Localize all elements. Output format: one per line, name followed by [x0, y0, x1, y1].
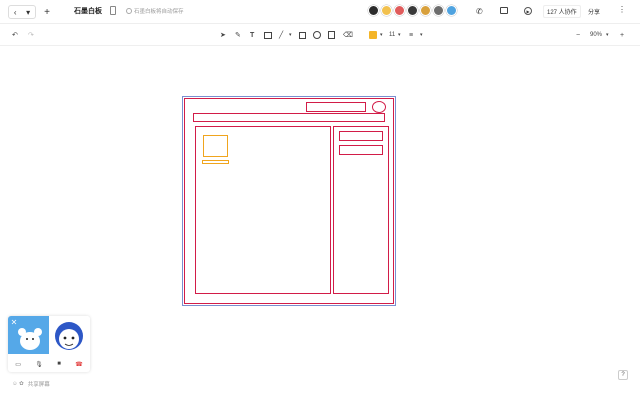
eraser-tool-icon[interactable]: ⌫ — [343, 30, 353, 40]
status-avatars-icon: ☺ ✿ — [12, 381, 24, 387]
text-tool-icon[interactable]: T — [250, 30, 254, 40]
align-icon[interactable]: ≡ — [409, 30, 413, 40]
chat-icon[interactable] — [500, 7, 508, 14]
present-icon[interactable]: ▶ — [524, 7, 532, 15]
phone-icon[interactable]: ✆ — [476, 7, 483, 16]
ellipse-tool-icon[interactable] — [313, 31, 321, 39]
font-size-value[interactable]: 11 — [389, 30, 395, 40]
rect-tool-icon[interactable] — [299, 32, 306, 39]
undo-icon[interactable]: ↶ — [12, 30, 18, 40]
collaborator-avatar[interactable] — [368, 5, 379, 16]
wireframe-side-box-2[interactable] — [339, 145, 383, 155]
color-picker[interactable] — [369, 30, 377, 40]
camera-icon[interactable]: ■ — [57, 361, 61, 367]
call-status-line: ☺ ✿ 共享屏幕 — [12, 380, 50, 388]
pen-tool-icon[interactable]: ✎ — [235, 30, 241, 40]
zoom-in-button[interactable]: + — [620, 30, 624, 40]
line-dropdown-icon[interactable]: ▾ — [289, 30, 292, 40]
screen-icon[interactable]: ▭ — [15, 361, 21, 368]
mic-icon[interactable]: 🎙 — [35, 361, 43, 368]
share-button[interactable]: 分享 — [585, 5, 603, 18]
collaborator-avatars — [368, 5, 457, 16]
help-button[interactable]: ? — [618, 370, 628, 380]
top-bar: ‹ ▾ + 石墨白板 石墨白板将自动保存 ✆ ▶ 127 人协作 分享 ⋮ — [0, 0, 640, 24]
line-tool-icon[interactable]: ╱ — [279, 30, 283, 40]
wireframe-caption-bar[interactable] — [202, 160, 229, 164]
back-icon[interactable]: ‹ — [14, 8, 17, 17]
font-size-dropdown-icon[interactable]: ▾ — [398, 30, 401, 40]
note-tool-icon[interactable] — [328, 31, 335, 39]
history-dropdown-icon[interactable]: ▾ — [26, 8, 30, 17]
call-controls: ▭ 🎙 ■ ☎ — [8, 358, 90, 370]
wireframe-image-placeholder[interactable] — [203, 135, 228, 157]
collaborator-avatar[interactable] — [446, 5, 457, 16]
hangup-icon[interactable]: ☎ — [75, 361, 82, 368]
saved-check-icon — [126, 8, 132, 14]
collaborator-avatar[interactable] — [433, 5, 444, 16]
page-title[interactable]: 石墨白板 — [74, 6, 102, 16]
image-tool-icon[interactable] — [264, 32, 272, 39]
collaborators-button[interactable]: 127 人协作 — [543, 5, 581, 18]
save-status: 石墨白板将自动保存 — [126, 7, 184, 15]
participant-video-2[interactable] — [49, 316, 90, 354]
color-dropdown-icon[interactable]: ▾ — [380, 30, 383, 40]
back-history-control[interactable]: ‹ ▾ — [8, 5, 36, 19]
collaborator-avatar[interactable] — [407, 5, 418, 16]
share-screen-label[interactable]: 共享屏幕 — [28, 380, 50, 388]
wireframe-nav-bar[interactable] — [193, 113, 385, 122]
zoom-out-button[interactable]: − — [576, 30, 580, 40]
wireframe-side-box-1[interactable] — [339, 131, 383, 141]
more-menu-icon[interactable]: ⋮ — [618, 5, 626, 14]
drawing-toolbar: ↶ ↷ ➤ ✎ T ╱ ▾ ⌫ ▾ 11 ▾ ≡ ▾ − 90% ▾ + — [0, 24, 640, 46]
collaborator-avatar[interactable] — [381, 5, 392, 16]
redo-icon[interactable]: ↷ — [28, 30, 34, 40]
save-status-text: 石墨白板将自动保存 — [134, 9, 184, 15]
cartoon-avatar-icon — [55, 322, 83, 350]
participant-video-1[interactable] — [8, 316, 49, 354]
select-tool-icon[interactable]: ➤ — [220, 30, 226, 40]
zoom-dropdown-icon[interactable]: ▾ — [606, 30, 609, 40]
zoom-level[interactable]: 90% — [590, 30, 602, 40]
collaborator-avatar[interactable] — [394, 5, 405, 16]
collaborator-avatar[interactable] — [420, 5, 431, 16]
bear-avatar-icon — [11, 319, 42, 350]
board-frame[interactable] — [182, 96, 396, 306]
video-call-panel[interactable]: ▭ 🎙 ■ ☎ — [8, 316, 90, 372]
align-dropdown-icon[interactable]: ▾ — [420, 30, 423, 40]
wireframe-avatar-circle[interactable] — [372, 101, 386, 113]
nav-group: ‹ ▾ + — [8, 5, 54, 19]
color-swatch[interactable] — [369, 31, 377, 39]
wireframe-search-box[interactable] — [306, 102, 366, 112]
new-board-button[interactable]: + — [40, 5, 54, 19]
book-icon[interactable] — [110, 6, 116, 15]
